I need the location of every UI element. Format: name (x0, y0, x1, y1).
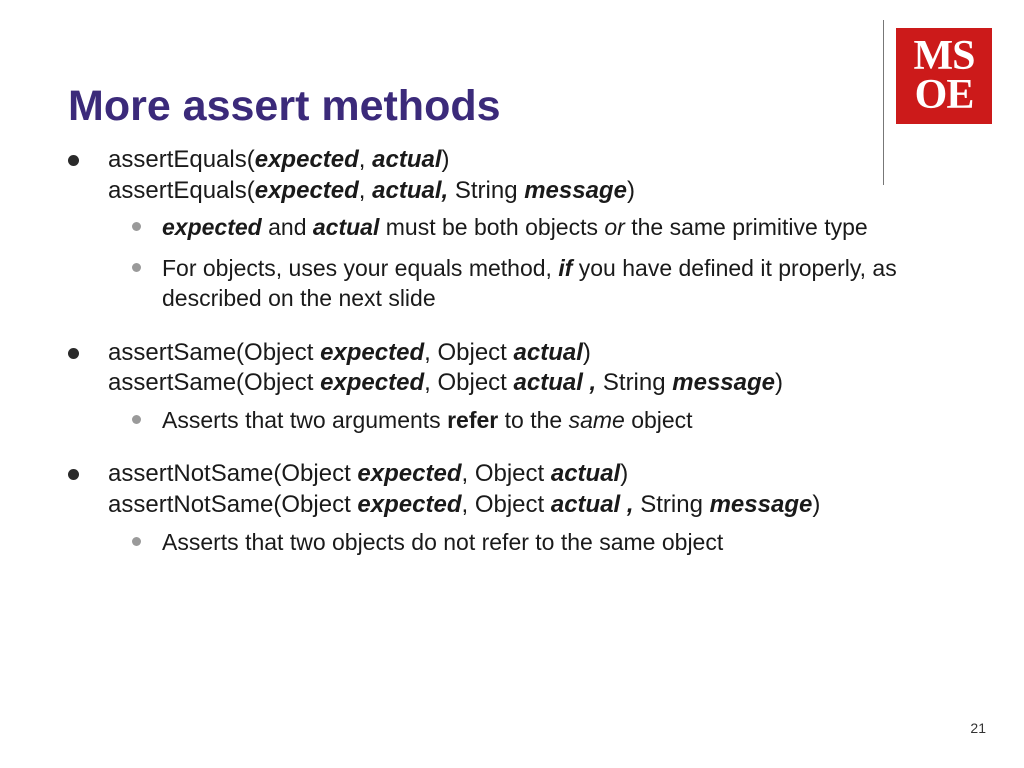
text-run: object (625, 407, 693, 433)
logo-text: MSOE (914, 37, 975, 114)
bullet-item: assertEquals(expected, actual)assertEqua… (60, 145, 974, 314)
sub-bullet-item: Asserts that two objects do not refer to… (128, 527, 974, 557)
text-run: Asserts that two arguments (162, 407, 447, 433)
text-run: String (634, 491, 710, 518)
text-run: or (604, 214, 624, 240)
text-run: actual , (514, 369, 597, 396)
msoe-logo: MSOE (896, 28, 992, 124)
text-run: , (359, 146, 372, 173)
text-run: same (569, 407, 625, 433)
text-run: expected (255, 177, 359, 204)
text-run: to the (498, 407, 568, 433)
text-run: ) (775, 369, 783, 396)
text-run: expected (162, 214, 262, 240)
bullet-item: assertSame(Object expected, Object actua… (60, 338, 974, 436)
text-run: ) (583, 339, 591, 366)
slide-title: More assert methods (68, 82, 974, 131)
text-run: message (672, 369, 775, 396)
text-run: expected (320, 369, 424, 396)
text-run: refer (447, 407, 498, 433)
slide-content: More assert methods assertEquals(expecte… (0, 0, 1024, 557)
text-run: message (710, 491, 813, 518)
text-run: , (359, 177, 372, 204)
text-run: ) (442, 146, 450, 173)
text-run: assertNotSame(Object (108, 491, 357, 518)
text-run: , Object (461, 460, 550, 487)
sub-bullet-item: Asserts that two arguments refer to the … (128, 405, 974, 435)
text-run: assertEquals( (108, 146, 255, 173)
sub-bullet-list: Asserts that two objects do not refer to… (108, 527, 974, 557)
text-run: actual (313, 214, 379, 240)
text-run: ) (620, 460, 628, 487)
text-run: String (596, 369, 672, 396)
sub-bullet-list: Asserts that two arguments refer to the … (108, 405, 974, 435)
text-run: the same primitive type (625, 214, 868, 240)
text-run: actual (551, 460, 620, 487)
text-run: actual (514, 339, 583, 366)
text-run: , Object (461, 491, 550, 518)
text-run: expected (255, 146, 359, 173)
text-run: For objects, uses your equals method, (162, 255, 558, 281)
text-run: expected (357, 460, 461, 487)
text-run: expected (357, 491, 461, 518)
text-run: Asserts that two objects do not refer to… (162, 529, 723, 555)
text-run: , Object (424, 339, 513, 366)
text-run: assertSame(Object (108, 339, 320, 366)
text-run: message (524, 177, 627, 204)
text-run: actual , (551, 491, 634, 518)
text-run: assertSame(Object (108, 369, 320, 396)
page-number: 21 (970, 720, 986, 736)
text-run: ) (627, 177, 635, 204)
text-run: assertEquals( (108, 177, 255, 204)
sub-bullet-item: For objects, uses your equals method, if… (128, 253, 974, 314)
sub-bullet-list: expected and actual must be both objects… (108, 212, 974, 313)
text-run: expected (320, 339, 424, 366)
text-run: String (448, 177, 524, 204)
text-run: assertNotSame(Object (108, 460, 357, 487)
text-run: and (262, 214, 313, 240)
text-run: actual, (372, 177, 448, 204)
bullet-item: assertNotSame(Object expected, Object ac… (60, 459, 974, 557)
text-run: ) (812, 491, 820, 518)
sub-bullet-item: expected and actual must be both objects… (128, 212, 974, 242)
text-run: must be both objects (379, 214, 604, 240)
text-run: if (558, 255, 572, 281)
text-run: actual (372, 146, 441, 173)
bullet-list: assertEquals(expected, actual)assertEqua… (50, 145, 974, 557)
text-run: , Object (424, 369, 513, 396)
